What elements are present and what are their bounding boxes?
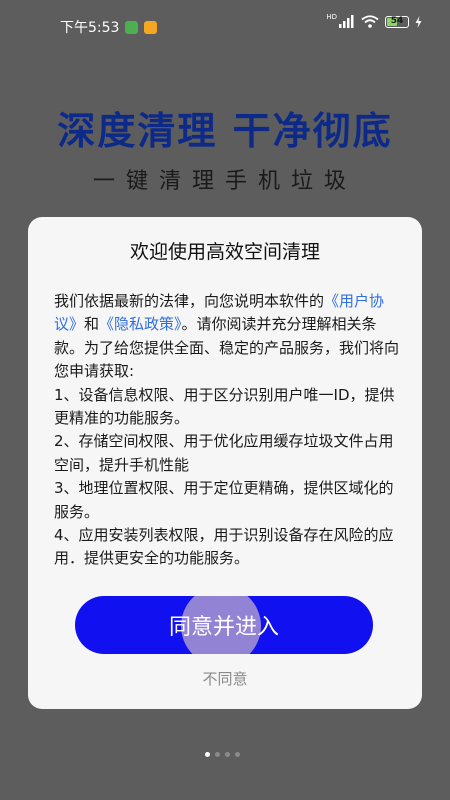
disagree-button[interactable]: 不同意 (28, 668, 422, 689)
dialog-intro: 我们依据最新的法律，向您说明本软件的《用户协议》和《隐私政策》。请你阅读并充分理… (54, 290, 404, 384)
permission-item: 2、存储空间权限、用于优化应用缓存垃圾文件占用空间，提升手机性能 (54, 432, 394, 474)
intro-before-text: 我们依据最新的法律，向您说明本软件的 (54, 292, 325, 310)
and-text: 和 (84, 315, 100, 334)
status-left: 下午5:53 (60, 17, 158, 37)
agree-button-label: 同意并进入 (168, 615, 279, 640)
status-bar: 下午5:53 HD 54 (0, 0, 450, 50)
permission-item: 3、地理位置权限、用于定位更精确，提供区域化的服务。 (54, 479, 394, 521)
message-notification-icon (144, 20, 158, 34)
wifi-icon (361, 15, 379, 28)
page-dot (215, 752, 220, 757)
wechat-notification-icon (125, 20, 139, 34)
dialog-body: 我们依据最新的法律，向您说明本软件的《用户协议》和《隐私政策》。请你阅读并充分理… (54, 290, 404, 571)
headline-title: 深度清理 干净彻底 (57, 109, 393, 153)
battery-level: 54 (390, 15, 404, 26)
privacy-policy-link[interactable]: 《隐私政策》 (99, 315, 182, 333)
agree-and-enter-button[interactable]: 同意并进入 (75, 596, 373, 654)
hd-indicator: HD (326, 12, 337, 21)
permission-item: 1、设备信息权限、用于区分识别用户唯一ID，提供更精准的功能服务。 (54, 385, 395, 428)
page-dot (235, 752, 240, 757)
signal-icon (339, 15, 354, 28)
privacy-dialog: 欢迎使用高效空间清理 我们依据最新的法律，向您说明本软件的《用户协议》和《隐私政… (28, 217, 422, 709)
dialog-title: 欢迎使用高效空间清理 (129, 241, 320, 263)
page-dot (225, 752, 230, 757)
headline-subtitle: 一键清理手机垃圾 (92, 169, 357, 194)
page-dot (205, 752, 210, 757)
permission-item: 4、应用安装列表权限，用于识别设备存在风险的应用．提供更安全的功能服务。 (54, 526, 394, 568)
status-right: HD 54 (326, 12, 422, 28)
status-time: 下午5:53 (60, 20, 120, 36)
screen: 下午5:53 HD 54 深度清理 干净彻底 一键清理手机垃圾 欢迎使用高效空间… (0, 0, 450, 800)
page-indicator (205, 752, 240, 757)
battery-icon: 54 (385, 15, 409, 28)
charging-icon (415, 15, 422, 28)
